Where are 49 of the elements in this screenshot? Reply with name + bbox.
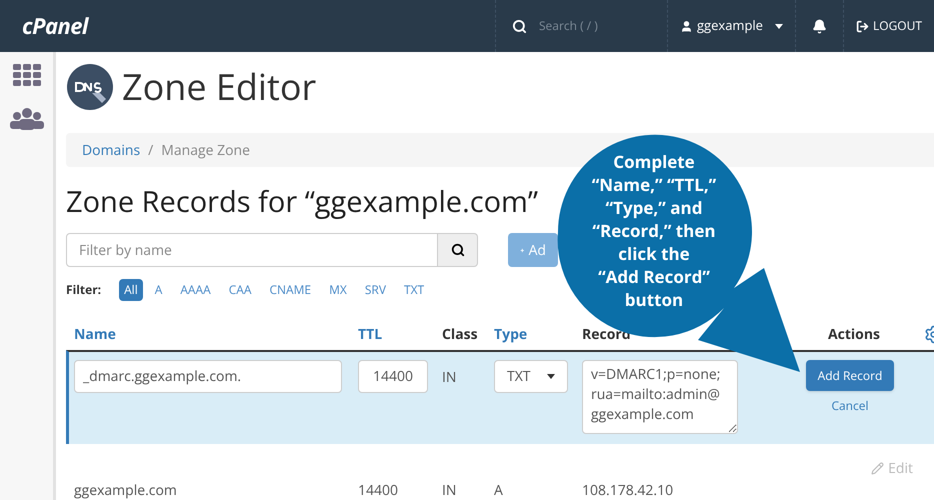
grid-icon[interactable]	[12, 64, 42, 88]
table-cell-text: 14400	[358, 480, 400, 500]
breadcrumb-text: Manage Zone	[161, 140, 250, 160]
page-title: Zone Editor	[122, 69, 316, 105]
column-header: Actions	[826, 324, 882, 344]
filter-search-button[interactable]	[438, 233, 478, 267]
filter-option[interactable]: SRV	[358, 279, 392, 301]
record-field[interactable]: v=DMARC1;p=none; rua=mailto:admin@ ggexample.com	[582, 360, 738, 434]
filter-option[interactable]: A	[148, 279, 168, 301]
column-header: Class	[442, 324, 479, 344]
logout-link[interactable]: LOGOUT	[872, 17, 922, 35]
bell-icon[interactable]	[812, 18, 827, 34]
search-field[interactable]: Search ( / )	[538, 17, 649, 35]
users-icon[interactable]	[8, 108, 44, 130]
column-header[interactable]: Type	[494, 324, 582, 344]
type-select[interactable]: TXT	[494, 360, 568, 393]
filter-option[interactable]: CNAME	[263, 279, 318, 301]
user-icon	[680, 20, 693, 32]
caret-icon	[774, 24, 783, 28]
table-cell-text: IN	[442, 480, 458, 500]
add-record-button[interactable]: Add Record	[806, 360, 894, 391]
logout-icon	[856, 20, 869, 32]
name-field[interactable]: _dmarc.ggexample.com.	[74, 360, 342, 393]
filter-option[interactable]: CAA	[222, 279, 258, 301]
filter-option[interactable]: AAAA	[174, 279, 217, 301]
caret-icon	[547, 374, 555, 379]
search-icon	[512, 18, 527, 34]
ttl-field[interactable]: 14400	[358, 360, 428, 393]
cancel-link[interactable]: Cancel	[831, 397, 869, 415]
search-icon	[450, 243, 464, 257]
column-header[interactable]: Name	[74, 324, 358, 344]
column-header[interactable]: TTL	[358, 324, 442, 344]
filter-option[interactable]: All	[119, 279, 143, 301]
table-cell-text: 108.178.42.10	[582, 480, 674, 500]
add-record-button[interactable]: Ad	[508, 233, 558, 267]
edit-icon	[871, 462, 884, 475]
breadcrumb-text: /	[148, 140, 154, 160]
breadcrumb-link[interactable]: Domains	[82, 140, 140, 160]
logo[interactable]: cPanel	[22, 10, 88, 42]
callout-text: Complete “Name,” “TTL,” “Type,” and “Record,” then click the “Add Record” button	[590, 150, 718, 311]
filter-field[interactable]: Filter by name	[66, 233, 438, 267]
table-cell-text: A	[494, 480, 504, 500]
user-menu[interactable]: ggexample	[696, 16, 763, 36]
filter-option[interactable]: TXT	[398, 279, 430, 301]
table-cell-text: ggexample.com	[74, 480, 178, 500]
filter-option[interactable]: MX	[323, 279, 353, 301]
dns-icon	[66, 63, 114, 111]
filter-label: Filter:	[66, 281, 102, 299]
class-text: IN	[442, 367, 458, 388]
